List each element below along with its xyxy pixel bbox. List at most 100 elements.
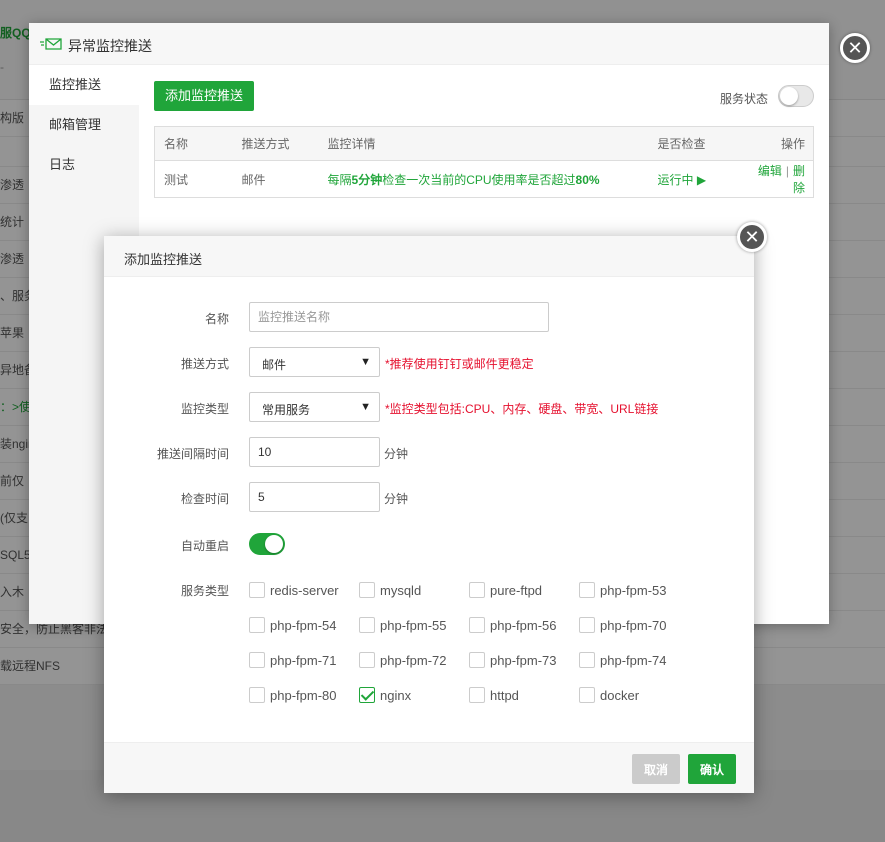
envelope-icon [40, 38, 62, 50]
table-header-row: 名称 推送方式 监控详情 是否检查 操作 [154, 126, 814, 161]
dialog-footer: 取消 确认 [104, 742, 754, 793]
edit-link[interactable]: 编辑 [758, 164, 782, 178]
close-icon: ✕ [744, 227, 760, 247]
running-state-link[interactable]: 运行中 ▶ [658, 173, 707, 187]
col-ops-header: 操作 [748, 126, 814, 161]
service-name: mysqld [380, 583, 422, 598]
col-check-header: 是否检查 [648, 126, 749, 161]
service-name: httpd [490, 688, 519, 703]
dialog-title: 异常监控推送 [68, 38, 152, 54]
add-monitor-push-button[interactable]: 添加监控推送 [154, 81, 255, 111]
service-name: nginx [380, 688, 412, 703]
service-name: php-fpm-70 [600, 618, 667, 633]
checkbox-icon[interactable] [579, 652, 595, 668]
auto-restart-row: 自动重启 [104, 532, 754, 562]
table-row: 测试 邮件 每隔5分钟检查一次当前的CPU使用率是否超过80% 运行中 ▶ 编辑… [155, 161, 814, 198]
service-status-toggle[interactable] [778, 85, 814, 107]
monitor-type-value: 常用服务 [262, 403, 311, 417]
service-name: php-fpm-72 [380, 653, 447, 668]
checkbox-icon[interactable] [469, 582, 485, 598]
checkbox-icon[interactable] [579, 687, 595, 703]
checkbox-icon[interactable] [469, 687, 485, 703]
detail-interval: 5分钟 [351, 172, 383, 187]
dialog-header: 异常监控推送 [29, 23, 829, 65]
service-name: php-fpm-71 [270, 653, 337, 668]
dialog-title: 添加监控推送 [124, 252, 203, 267]
push-interval-input[interactable] [249, 437, 380, 467]
row-ops: 编辑 | 删除 [749, 161, 814, 198]
push-method-value: 邮件 [262, 358, 287, 372]
push-method-row: 推送方式 邮件 ▼ *推荐使用钉钉或邮件更稳定 [104, 347, 754, 377]
chevron-down-icon: ▼ [360, 356, 371, 368]
dialog-header: 添加监控推送 [104, 236, 754, 277]
checkbox-icon[interactable] [249, 582, 265, 598]
col-detail-header: 监控详情 [318, 126, 649, 161]
row-method: 邮件 [241, 172, 266, 187]
checkbox-icon[interactable] [469, 652, 485, 668]
detail-threshold: 80% [575, 172, 600, 187]
service-name: php-fpm-80 [270, 688, 337, 703]
check-time-unit: 分钟 [384, 492, 409, 506]
monitor-type-row: 监控类型 常用服务 ▼ *监控类型包括:CPU、内存、硬盘、带宽、URL链接 [104, 392, 754, 422]
push-method-hint: *推荐使用钉钉或邮件更稳定 [385, 357, 534, 371]
detail-middle: 检查一次当前的CPU使用率是否超过 [382, 172, 576, 187]
checkbox-icon[interactable] [359, 652, 375, 668]
name-input[interactable] [249, 302, 549, 332]
toggle-knob [780, 87, 798, 105]
chevron-down-icon: ▼ [360, 401, 371, 413]
checkbox-icon[interactable] [359, 582, 375, 598]
col-method-header: 推送方式 [232, 126, 319, 161]
name-row: 名称 [104, 302, 754, 332]
service-name: pure-ftpd [490, 583, 543, 598]
checkbox-checked-icon[interactable] [359, 687, 375, 703]
check-time-label: 检查时间 [180, 492, 229, 506]
close-dialog-button[interactable]: ✕ [737, 222, 767, 252]
monitor-table: 名称 推送方式 监控详情 是否检查 操作 测试 邮件 每隔5分钟检查一次当前的C… [154, 126, 814, 198]
service-type-label: 服务类型 [180, 584, 229, 598]
auto-restart-toggle[interactable] [249, 533, 285, 555]
add-monitor-push-dialog: 添加监控推送 ✕ 名称 推送方式 邮件 ▼ *推荐使用钉钉或邮件更稳定 监控类型… [104, 222, 767, 793]
cancel-button[interactable]: 取消 [632, 754, 680, 784]
detail-prefix: 每隔 [327, 172, 352, 187]
auto-restart-label: 自动重启 [180, 539, 229, 553]
service-name: php-fpm-55 [380, 618, 447, 633]
col-name-header: 名称 [154, 126, 233, 161]
service-name: php-fpm-56 [490, 618, 557, 633]
close-icon: ✕ [847, 38, 863, 58]
push-interval-label: 推送间隔时间 [156, 447, 229, 461]
monitor-type-hint: *监控类型包括:CPU、内存、硬盘、带宽、URL链接 [385, 402, 659, 416]
checkbox-icon[interactable] [579, 582, 595, 598]
name-label: 名称 [204, 312, 229, 326]
service-name: php-fpm-74 [600, 653, 667, 668]
monitor-type-label: 监控类型 [180, 402, 229, 416]
sidebar-item-log[interactable]: 日志 [29, 145, 139, 185]
service-name: redis-server [270, 583, 339, 598]
checkbox-icon[interactable] [359, 617, 375, 633]
service-name: php-fpm-73 [490, 653, 557, 668]
monitor-type-select[interactable]: 常用服务 ▼ [249, 392, 380, 422]
row-name: 测试 [164, 172, 189, 187]
toggle-knob [265, 535, 283, 553]
checkbox-icon[interactable] [249, 687, 265, 703]
close-dialog-button[interactable]: ✕ [840, 33, 870, 63]
service-name: php-fpm-53 [600, 583, 667, 598]
push-interval-row: 推送间隔时间 分钟 [104, 437, 754, 467]
push-method-select[interactable]: 邮件 ▼ [249, 347, 380, 377]
service-status-label: 服务状态 [719, 92, 768, 106]
checkbox-icon[interactable] [469, 617, 485, 633]
push-interval-unit: 分钟 [384, 447, 409, 461]
sidebar-item-mailbox[interactable]: 邮箱管理 [29, 105, 139, 145]
checkbox-icon[interactable] [249, 652, 265, 668]
delete-link[interactable]: 删除 [793, 164, 805, 195]
row-detail: 每隔5分钟检查一次当前的CPU使用率是否超过80% [319, 161, 649, 198]
ops-separator: | [785, 164, 789, 178]
checkbox-icon[interactable] [579, 617, 595, 633]
service-name: php-fpm-54 [270, 618, 337, 633]
push-method-label: 推送方式 [180, 357, 229, 371]
sidebar-item-monitor-push[interactable]: 监控推送 [29, 65, 139, 105]
check-time-row: 检查时间 分钟 [104, 482, 754, 512]
checkbox-icon[interactable] [249, 617, 265, 633]
check-time-input[interactable] [249, 482, 380, 512]
row-state: 运行中 ▶ [649, 161, 749, 198]
confirm-button[interactable]: 确认 [688, 754, 736, 784]
